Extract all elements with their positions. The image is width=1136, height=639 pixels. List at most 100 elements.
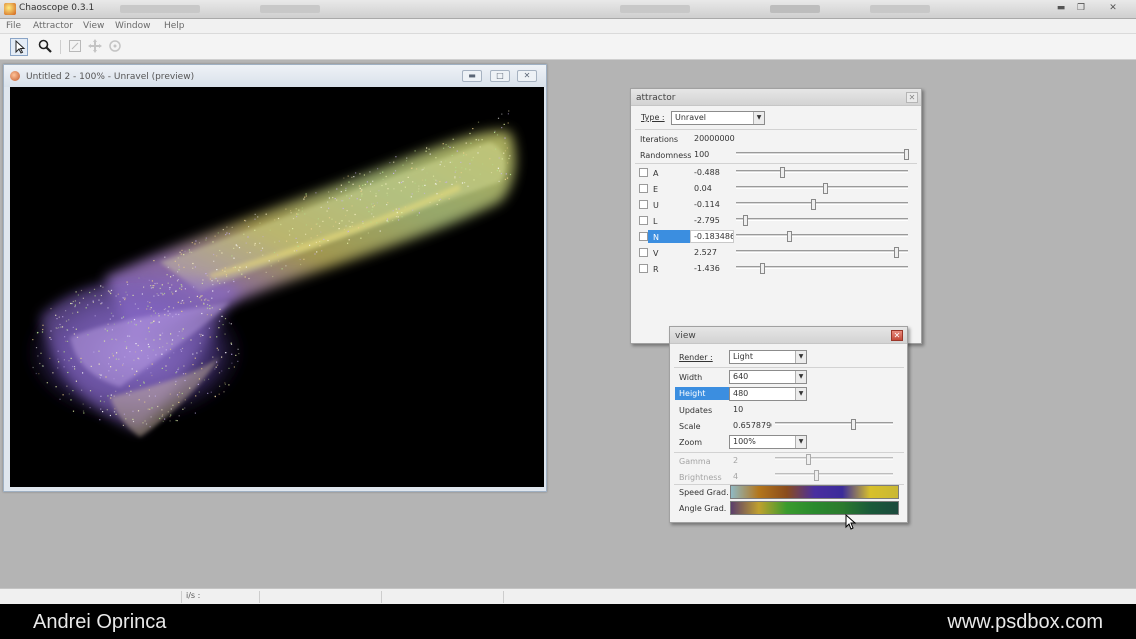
randomness-field[interactable]: 100 bbox=[690, 148, 730, 161]
param-lock-checkbox[interactable] bbox=[639, 184, 648, 193]
chevron-down-icon: ▼ bbox=[795, 436, 806, 448]
iterations-field[interactable]: 20000000 bbox=[690, 132, 770, 145]
param-name: R bbox=[653, 265, 659, 274]
divider bbox=[674, 452, 904, 453]
slider-thumb[interactable] bbox=[787, 231, 793, 242]
chevron-down-icon: ▼ bbox=[753, 112, 764, 124]
angle-gradient-editor[interactable] bbox=[730, 501, 899, 515]
zoom-select[interactable]: 100% ▼ bbox=[729, 435, 807, 449]
view-panel-close-button[interactable]: ✕ bbox=[891, 330, 903, 341]
slider-thumb[interactable] bbox=[823, 183, 829, 194]
close-button[interactable]: ✕ bbox=[1105, 2, 1121, 15]
zoom-tool-icon[interactable] bbox=[36, 38, 54, 56]
menu-help[interactable]: Help bbox=[164, 21, 185, 31]
param-slider[interactable] bbox=[736, 231, 908, 243]
param-slider[interactable] bbox=[736, 263, 908, 275]
title-bar-background-blur bbox=[620, 5, 690, 13]
speed-gradient-editor[interactable] bbox=[730, 485, 899, 499]
status-cell bbox=[4, 591, 182, 603]
restore-button[interactable]: ❐ bbox=[1073, 2, 1089, 15]
view-panel-title: view bbox=[675, 331, 696, 341]
select-tool-icon[interactable] bbox=[10, 38, 28, 56]
scale-field[interactable]: 0.6578790 bbox=[729, 419, 773, 432]
frame-tool-icon[interactable] bbox=[66, 38, 84, 56]
param-name: V bbox=[653, 249, 659, 258]
param-slider[interactable] bbox=[736, 215, 908, 227]
slider-thumb[interactable] bbox=[811, 199, 817, 210]
param-lock-checkbox[interactable] bbox=[639, 232, 648, 241]
zoom-label: Zoom bbox=[679, 438, 703, 447]
slider-thumb[interactable] bbox=[806, 454, 812, 465]
param-value-field[interactable]: -0.183486 bbox=[690, 230, 734, 243]
param-value-field[interactable]: -0.488 bbox=[690, 166, 734, 179]
param-slider[interactable] bbox=[736, 199, 908, 211]
gamma-slider[interactable] bbox=[775, 454, 893, 466]
fps-status: i/s : bbox=[184, 591, 260, 603]
chevron-down-icon: ▼ bbox=[795, 351, 806, 363]
param-lock-checkbox[interactable] bbox=[639, 200, 648, 209]
param-value-field[interactable]: -2.795 bbox=[690, 214, 734, 227]
height-select[interactable]: 480 ▼ bbox=[729, 387, 807, 401]
view-panel-caption: view ✕ bbox=[670, 327, 907, 344]
param-value-field[interactable]: 2.527 bbox=[690, 246, 734, 259]
param-name: E bbox=[653, 185, 659, 194]
gamma-field[interactable]: 2 bbox=[729, 454, 769, 467]
slider-thumb[interactable] bbox=[850, 419, 856, 430]
zoom-value: 100% bbox=[733, 437, 756, 446]
status-cell bbox=[262, 591, 382, 603]
render-select[interactable]: Light ▼ bbox=[729, 350, 807, 364]
height-label: Height bbox=[679, 389, 706, 398]
width-label: Width bbox=[679, 373, 703, 382]
menu-view[interactable]: View bbox=[83, 21, 104, 31]
document-title: Untitled 2 - 100% - Unravel (preview) bbox=[26, 72, 195, 82]
param-name: U bbox=[653, 201, 659, 210]
param-lock-checkbox[interactable] bbox=[639, 168, 648, 177]
slider-thumb[interactable] bbox=[814, 470, 820, 481]
status-cell bbox=[384, 591, 504, 603]
menu-attractor[interactable]: Attractor bbox=[33, 21, 73, 31]
move-tool-icon[interactable] bbox=[86, 38, 104, 56]
doc-minimize-button[interactable]: ▬ bbox=[462, 70, 482, 82]
doc-close-button[interactable]: ✕ bbox=[517, 70, 537, 82]
updates-label: Updates bbox=[679, 406, 713, 415]
menu-window[interactable]: Window bbox=[115, 21, 151, 31]
title-bar-background-blur bbox=[120, 5, 200, 13]
slider-thumb[interactable] bbox=[904, 149, 910, 160]
gamma-label: Gamma bbox=[679, 457, 711, 466]
status-bar: i/s : bbox=[0, 588, 1136, 604]
param-slider[interactable] bbox=[736, 247, 908, 259]
slider-thumb[interactable] bbox=[759, 263, 765, 274]
brightness-field[interactable]: 4 bbox=[729, 470, 769, 483]
param-value-field[interactable]: -0.114 bbox=[690, 198, 734, 211]
param-lock-checkbox[interactable] bbox=[639, 264, 648, 273]
attractor-render-canvas[interactable] bbox=[10, 87, 544, 487]
updates-field[interactable]: 10 bbox=[729, 403, 779, 416]
title-bar: Chaoscope 0.3.1 ▬ ❐ ✕ bbox=[0, 0, 1136, 19]
width-value: 640 bbox=[733, 372, 749, 381]
slider-thumb[interactable] bbox=[742, 215, 748, 226]
slider-thumb[interactable] bbox=[780, 167, 786, 178]
param-lock-checkbox[interactable] bbox=[639, 216, 648, 225]
attractor-type-select[interactable]: Unravel ▼ bbox=[671, 111, 765, 125]
title-bar-background-blur bbox=[870, 5, 930, 13]
attractor-type-value: Unravel bbox=[675, 113, 706, 122]
param-value-field[interactable]: 0.04 bbox=[690, 182, 734, 195]
scale-slider[interactable] bbox=[775, 419, 893, 431]
brightness-slider[interactable] bbox=[775, 470, 893, 482]
minimize-button[interactable]: ▬ bbox=[1053, 2, 1069, 15]
attractor-render-image bbox=[25, 110, 516, 437]
menu-file[interactable]: File bbox=[6, 21, 21, 31]
width-select[interactable]: 640 ▼ bbox=[729, 370, 807, 384]
speed-gradient-label: Speed Grad. bbox=[679, 488, 729, 497]
param-lock-checkbox[interactable] bbox=[639, 248, 648, 257]
divider bbox=[635, 163, 917, 164]
doc-maximize-button[interactable]: □ bbox=[490, 70, 510, 82]
param-slider[interactable] bbox=[736, 167, 908, 179]
param-slider[interactable] bbox=[736, 183, 908, 195]
randomness-slider[interactable] bbox=[736, 149, 910, 161]
rotate-tool-icon[interactable] bbox=[106, 38, 124, 56]
attractor-panel-close-button[interactable]: ✕ bbox=[906, 92, 918, 103]
param-value-field[interactable]: -1.436 bbox=[690, 262, 734, 275]
attractor-panel-caption: attractor ✕ bbox=[631, 89, 921, 106]
slider-thumb[interactable] bbox=[893, 247, 899, 258]
